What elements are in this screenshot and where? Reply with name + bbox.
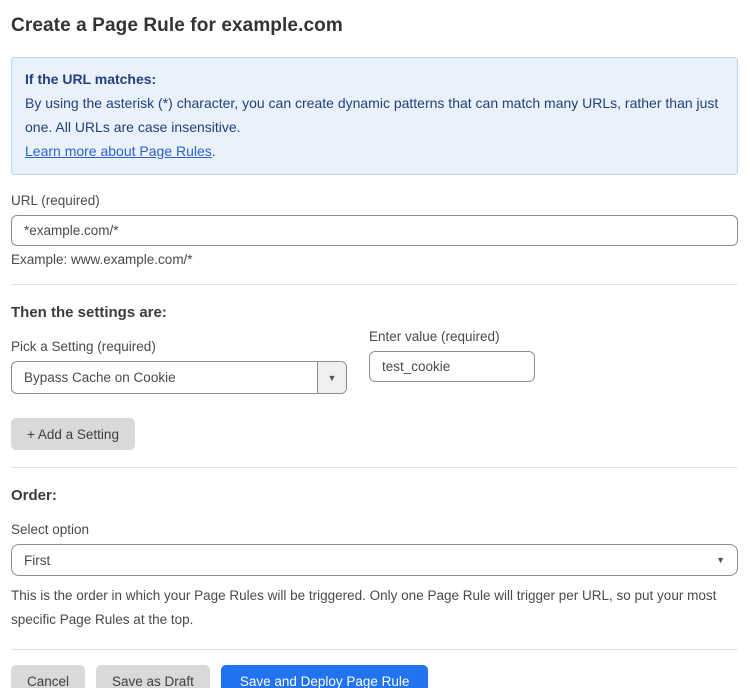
link-period: . (212, 143, 216, 159)
add-setting-button[interactable]: + Add a Setting (11, 418, 135, 450)
url-input[interactable] (11, 215, 738, 246)
page-rule-form: Create a Page Rule for example.com If th… (0, 0, 750, 688)
setting-dropdown-arrow-button[interactable]: ▼ (317, 362, 346, 393)
setting-dropdown[interactable]: Bypass Cache on Cookie ▼ (11, 361, 347, 394)
order-select-value: First (24, 553, 50, 568)
chevron-down-icon: ▼ (328, 373, 337, 383)
info-box-link-line: Learn more about Page Rules. (25, 139, 724, 163)
chevron-down-icon: ▼ (716, 555, 725, 565)
cancel-button[interactable]: Cancel (11, 665, 85, 688)
setting-label: Pick a Setting (required) (11, 339, 347, 354)
learn-more-link[interactable]: Learn more about Page Rules (25, 143, 212, 159)
settings-heading: Then the settings are: (11, 304, 738, 321)
save-and-deploy-button[interactable]: Save and Deploy Page Rule (221, 665, 429, 688)
divider (11, 467, 738, 468)
setting-picker-column: Pick a Setting (required) Bypass Cache o… (11, 321, 347, 394)
setting-value-input[interactable] (369, 351, 535, 382)
url-match-info-box: If the URL matches: By using the asteris… (11, 57, 738, 175)
info-box-body: By using the asterisk (*) character, you… (25, 91, 724, 139)
order-heading: Order: (11, 487, 738, 504)
setting-value-column: Enter value (required) (369, 321, 535, 382)
order-select[interactable]: First ▼ (11, 544, 738, 576)
order-help-text: This is the order in which your Page Rul… (11, 584, 733, 632)
divider (11, 649, 738, 650)
settings-row: Pick a Setting (required) Bypass Cache o… (11, 321, 738, 394)
url-label: URL (required) (11, 193, 738, 208)
footer-buttons: Cancel Save as Draft Save and Deploy Pag… (11, 665, 738, 688)
url-example-hint: Example: www.example.com/* (11, 252, 738, 267)
info-box-heading: If the URL matches: (25, 67, 724, 91)
setting-dropdown-value: Bypass Cache on Cookie (12, 370, 317, 385)
divider (11, 284, 738, 285)
save-as-draft-button[interactable]: Save as Draft (96, 665, 210, 688)
order-select-label: Select option (11, 522, 738, 537)
page-title: Create a Page Rule for example.com (11, 15, 738, 37)
value-label: Enter value (required) (369, 329, 535, 344)
